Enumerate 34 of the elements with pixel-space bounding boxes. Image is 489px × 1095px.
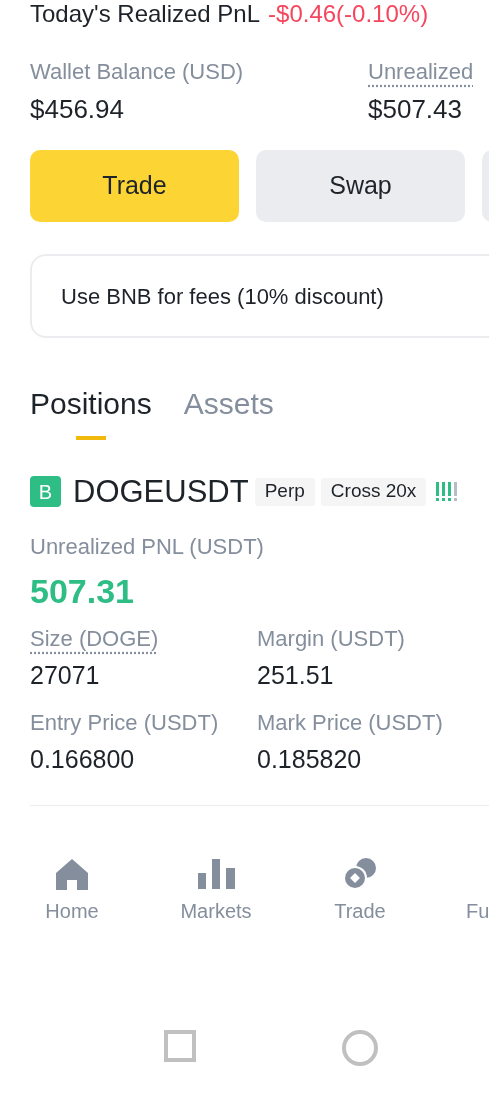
nav-item[interactable]: Trade	[288, 858, 432, 926]
fee-option-label: Use BNB for fees (10% discount)	[61, 282, 384, 311]
balance-label: Unrealized	[368, 58, 474, 86]
recents-icon[interactable]	[164, 1030, 196, 1062]
field-label: Mark Price (USDT)	[257, 709, 443, 737]
tab[interactable]: Positions	[30, 386, 152, 440]
field-value: 0.185820	[257, 744, 363, 775]
symbol-name: DOGEUSDT	[73, 476, 249, 507]
nav-item[interactable]: Home	[0, 858, 144, 926]
position-tag: Perp	[254, 477, 315, 506]
balance-value: $507.43	[368, 93, 463, 126]
realized-pnl-value: -$0.46(-0.10%)	[268, 0, 429, 28]
balance-value: $456.94	[30, 93, 125, 126]
pnl-label: Unrealized PNL (USDT)	[30, 533, 265, 561]
side-badge: B	[30, 476, 61, 507]
realized-pnl-label: Today's Realized PnL	[30, 0, 261, 28]
fee-option-card[interactable]: Use BNB for fees (10% discount)	[30, 254, 489, 338]
field-value: 251.51	[257, 660, 335, 691]
action-button[interactable]: Trade	[30, 150, 239, 222]
field-label: Margin (USDT)	[257, 625, 405, 653]
position-tag: Cross 20x	[320, 477, 427, 506]
bar-chart-icon	[197, 859, 235, 889]
home-icon	[55, 858, 89, 890]
tab[interactable]: Assets	[183, 386, 274, 440]
action-button[interactable]: Swap	[256, 150, 465, 222]
pnl-value: 507.31	[30, 571, 135, 611]
field-value: 0.166800	[30, 744, 136, 775]
field-label: Entry Price (USDT)	[30, 709, 219, 737]
nav-item[interactable]: Markets	[144, 858, 288, 926]
field-label: Size (DOGE)	[30, 625, 159, 653]
field-value: 27071	[30, 660, 101, 691]
balance-label: Wallet Balance (USD)	[30, 58, 245, 86]
coins-icon	[342, 858, 378, 890]
nav-item[interactable]: Fu	[432, 858, 489, 926]
